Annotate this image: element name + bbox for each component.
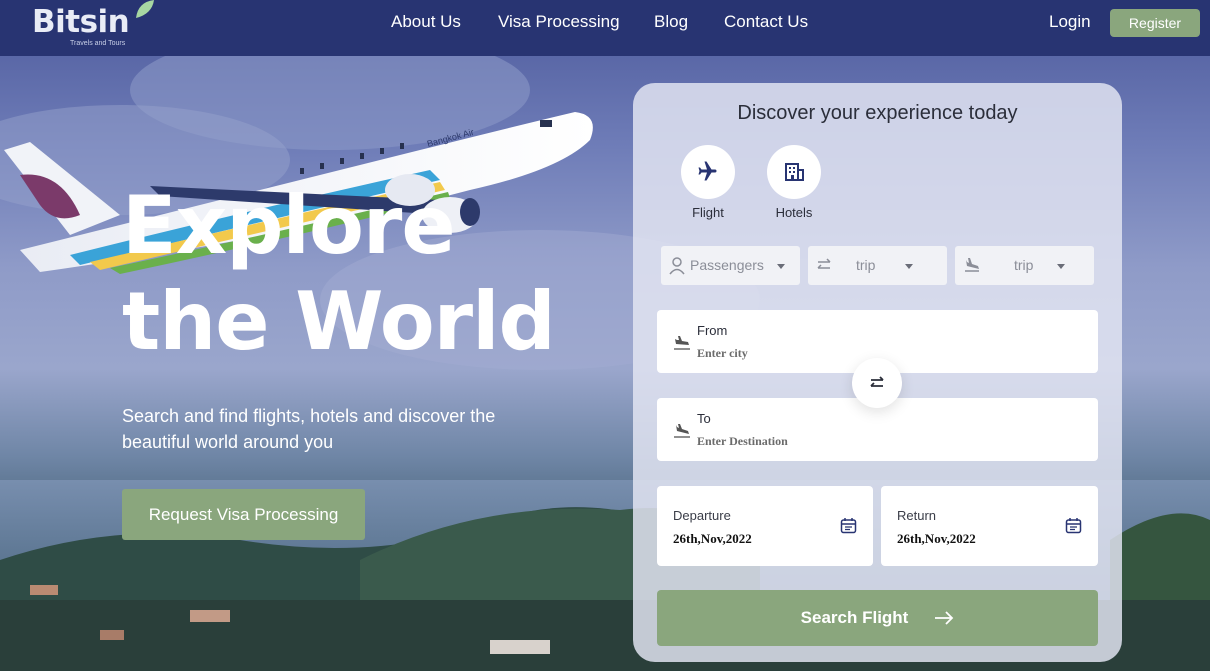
calendar-icon[interactable] (1065, 517, 1082, 534)
nav-link-visa-processing[interactable]: Visa Processing (498, 12, 620, 32)
trip-class-dropdown[interactable]: trip (955, 246, 1094, 285)
trip-class-value: trip (1014, 257, 1034, 273)
chevron-down-icon (1057, 264, 1065, 269)
person-icon (669, 257, 685, 275)
from-city-input[interactable] (697, 346, 1077, 361)
chevron-down-icon (777, 264, 785, 269)
return-date-value: 26th,Nov,2022 (897, 531, 976, 546)
hero-headline: Explore the World (122, 178, 602, 370)
return-label: Return (897, 508, 937, 523)
plane-landing-icon (965, 258, 979, 272)
passengers-dropdown[interactable]: Passengers (661, 246, 800, 285)
airplane-icon (698, 161, 717, 181)
bitsin-logo[interactable]: Bitsin Travels and Tours (32, 0, 162, 52)
plane-landing-icon (674, 424, 690, 438)
departure-date-value: 26th,Nov,2022 (673, 531, 752, 546)
request-visa-button[interactable]: Request Visa Processing (122, 489, 365, 540)
register-button[interactable]: Register (1110, 9, 1200, 37)
booking-card: Discover your experience today Flight Ho… (633, 83, 1122, 662)
hotel-building-icon (785, 163, 804, 181)
search-flight-button[interactable]: Search Flight (657, 590, 1098, 646)
search-flight-label: Search Flight (800, 608, 909, 627)
departure-label: Departure (673, 508, 731, 523)
nav-link-about-us[interactable]: About Us (391, 12, 461, 32)
top-navigation-bar: Bitsin Travels and Tours About Us Visa P… (0, 0, 1210, 56)
swap-arrows-icon (870, 376, 884, 387)
to-label: To (697, 411, 711, 426)
headline-line-1: Explore (122, 179, 456, 272)
logo-tagline: Travels and Tours (70, 40, 126, 47)
leaf-icon (136, 0, 154, 18)
nav-link-blog[interactable]: Blog (654, 12, 688, 32)
login-link[interactable]: Login (1049, 12, 1091, 32)
chevron-down-icon (905, 264, 913, 269)
hotels-mode-label: Hotels (775, 205, 813, 220)
flight-mode-label: Flight (692, 205, 724, 220)
nav-link-contact-us[interactable]: Contact Us (724, 12, 808, 32)
passengers-value: Passengers (690, 257, 764, 273)
mode-flight[interactable]: Flight (668, 145, 748, 220)
arrow-right-icon (935, 611, 954, 625)
return-date-field[interactable]: Return 26th,Nov,2022 (881, 486, 1098, 566)
headline-line-2: the World (122, 275, 556, 368)
swap-cities-button[interactable] (852, 358, 902, 408)
logo-wordmark: Bitsin (32, 4, 130, 40)
from-label: From (697, 323, 728, 338)
mode-hotels[interactable]: Hotels (754, 145, 834, 220)
trip-type-dropdown[interactable]: trip (808, 246, 947, 285)
booking-title: Discover your experience today (737, 102, 1018, 124)
calendar-icon[interactable] (840, 517, 857, 534)
departure-date-field[interactable]: Departure 26th,Nov,2022 (657, 486, 873, 566)
hero-subtext: Search and find flights, hotels and disc… (122, 406, 496, 452)
plane-departure-icon (674, 336, 690, 350)
trip-type-value: trip (856, 257, 876, 273)
flight-mode-button[interactable] (681, 145, 735, 199)
swap-arrows-icon (817, 258, 831, 269)
hotels-mode-button[interactable] (767, 145, 821, 199)
destination-input[interactable] (697, 434, 1077, 449)
